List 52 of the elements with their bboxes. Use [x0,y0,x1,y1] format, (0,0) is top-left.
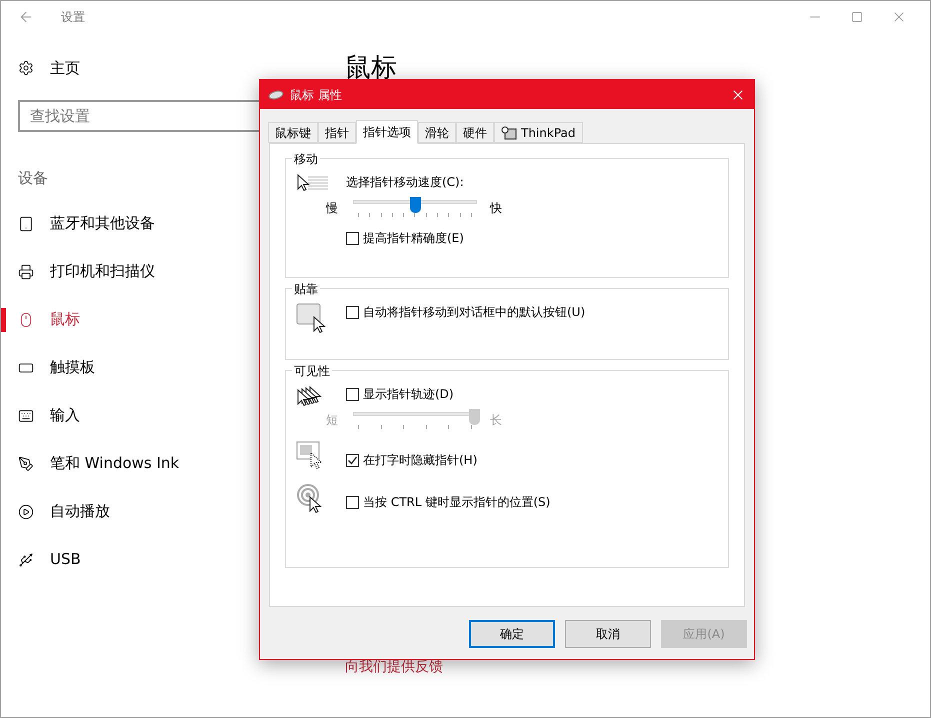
sidebar-item[interactable]: 鼠标 [1,296,84,344]
tab[interactable]: 鼠标键 [268,122,318,143]
keyboard-icon [18,408,34,424]
page-heading: 鼠标 [345,53,397,83]
sidebar-item[interactable]: 输入 [1,392,84,440]
sidebar-item[interactable]: 笔和 Windows Ink [1,440,184,488]
maximize-icon[interactable] [851,11,863,23]
mouse-icon [268,90,284,100]
checkbox-label: 提高指针精确度(E) [363,230,464,247]
slider-max-label: 长 [490,412,502,429]
settings-icon [18,60,34,76]
checkbox[interactable] [346,388,359,400]
sidebar-item[interactable]: 蓝牙和其他设备 [1,200,159,248]
group-title: 可见性 [292,362,332,380]
dialog-button[interactable]: 取消 [565,620,651,648]
window-title: 设置 [61,9,85,26]
tab[interactable]: 硬件 [456,122,494,143]
group-title: 贴靠 [292,280,320,298]
checkbox-label: 显示指针轨迹(D) [363,386,454,403]
checkbox-label: 自动将指针移动到对话框中的默认按钮(U) [363,304,586,321]
tab[interactable]: 指针 [318,122,356,143]
checkbox[interactable] [346,454,359,466]
checkbox-label: 当按 CTRL 键时显示指针的位置(S) [363,494,550,511]
tab[interactable]: 指针选项 [356,120,418,144]
section-heading: 设备 [18,168,48,186]
checkbox-label: 在打字时隐藏指针(H) [363,452,478,469]
sidebar-item[interactable]: 触摸板 [1,344,99,392]
sidebar-item[interactable]: USB [1,536,85,584]
slider-thumb[interactable] [410,197,420,213]
printer-icon [18,264,34,280]
sidebar-item[interactable]: 自动播放 [1,488,114,536]
group-title: 移动 [292,150,320,168]
mouse-icon [18,312,34,328]
back-icon[interactable] [18,9,34,25]
play-icon [18,504,34,520]
slider-min-label: 慢 [326,200,339,217]
slider-max-label: 快 [490,200,502,217]
sidebar-item[interactable]: 打印机和扫描仪 [1,248,159,296]
slider-min-label: 短 [326,412,339,429]
pen-icon [18,456,34,472]
home-link[interactable]: 主页 [50,57,80,80]
checkbox[interactable] [346,306,359,318]
checkbox[interactable] [346,496,359,508]
tab[interactable]: ThinkPad [494,122,582,143]
tab[interactable]: 滑轮 [418,122,456,143]
checkbox[interactable] [346,232,359,244]
selection-indicator [1,308,6,332]
slider[interactable] [350,197,480,219]
speed-label: 选择指针移动速度(C): [346,174,465,191]
dialog-button[interactable]: 确定 [469,620,555,648]
feedback-link[interactable]: 向我们提供反馈 [345,659,443,675]
device-icon [18,216,34,232]
